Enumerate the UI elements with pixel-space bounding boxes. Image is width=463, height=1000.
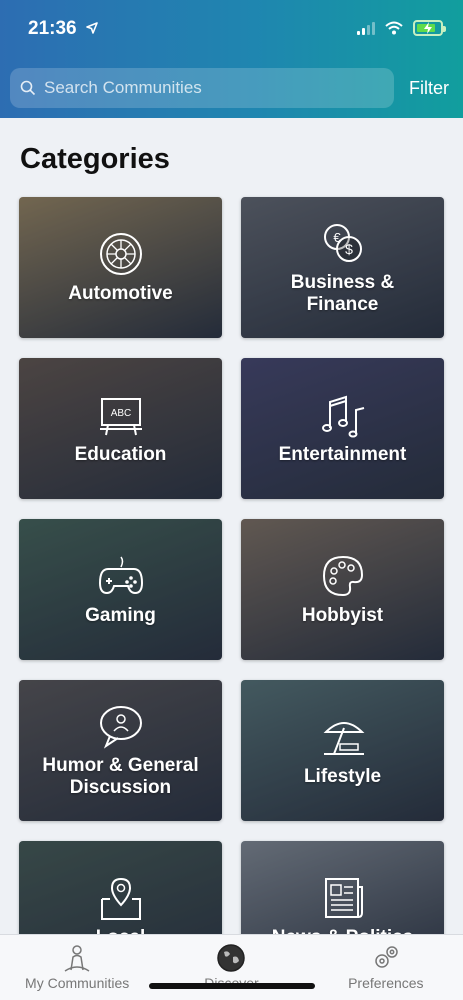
tab-discover[interactable]: Discover (154, 935, 308, 1000)
search-icon (20, 80, 36, 96)
gears-icon (375, 946, 398, 968)
globe-icon (217, 944, 246, 972)
steering-wheel-icon (99, 232, 142, 275)
tab-preferences[interactable]: Preferences (309, 935, 463, 1000)
category-card[interactable]: € $ Business & Finance (241, 197, 444, 338)
category-card[interactable]: Entertainment (241, 358, 444, 499)
category-card[interactable]: Gaming (19, 519, 222, 660)
palette-icon (322, 555, 363, 596)
map-pin-icon (100, 877, 141, 920)
location-arrow-icon (86, 22, 98, 34)
tab-bar: My Communities Discover Preferences (0, 934, 463, 1000)
battery-icon (413, 20, 446, 36)
category-label: Business & Finance (290, 271, 395, 315)
search-box[interactable] (10, 68, 394, 108)
tab-label: Preferences (348, 975, 424, 991)
svg-text:ABC: ABC (110, 408, 131, 419)
category-label: Hobbyist (301, 604, 384, 626)
beach-umbrella-icon (323, 721, 364, 755)
cellular-signal-icon (357, 21, 375, 35)
category-label: Automotive (68, 282, 173, 304)
page-title: Categories (20, 143, 170, 175)
app-header: 21:36 Filter (0, 0, 463, 118)
chat-bubble-icon (99, 705, 142, 749)
search-input[interactable] (44, 78, 374, 98)
filter-button[interactable]: Filter (409, 78, 449, 99)
category-card[interactable]: Lifestyle (241, 680, 444, 821)
category-label: Lifestyle (303, 765, 382, 787)
status-indicators (357, 20, 446, 36)
newspaper-icon (324, 877, 363, 918)
category-card[interactable]: ABC Education (19, 358, 222, 499)
status-time: 21:36 (28, 18, 77, 39)
card-overlay (241, 197, 444, 338)
category-card[interactable]: Hobbyist (241, 519, 444, 660)
category-card[interactable]: Automotive (19, 197, 222, 338)
gamepad-icon (98, 556, 143, 594)
card-overlay (19, 680, 222, 821)
chalkboard-icon: ABC (99, 397, 142, 435)
home-indicator (149, 983, 315, 989)
wifi-icon (385, 21, 403, 35)
music-notes-icon (321, 395, 364, 437)
svg-text:$: $ (345, 241, 353, 257)
person-community-icon (64, 945, 90, 972)
tab-my-communities[interactable]: My Communities (0, 935, 154, 1000)
category-label: Education (74, 443, 167, 465)
category-card[interactable]: Humor & General Discussion (19, 680, 222, 821)
tab-label: My Communities (25, 975, 130, 991)
category-label: Gaming (85, 604, 156, 626)
coins-icon: €$ (323, 223, 362, 262)
category-label: Entertainment (278, 443, 407, 465)
category-label: Humor & General Discussion (42, 754, 199, 798)
